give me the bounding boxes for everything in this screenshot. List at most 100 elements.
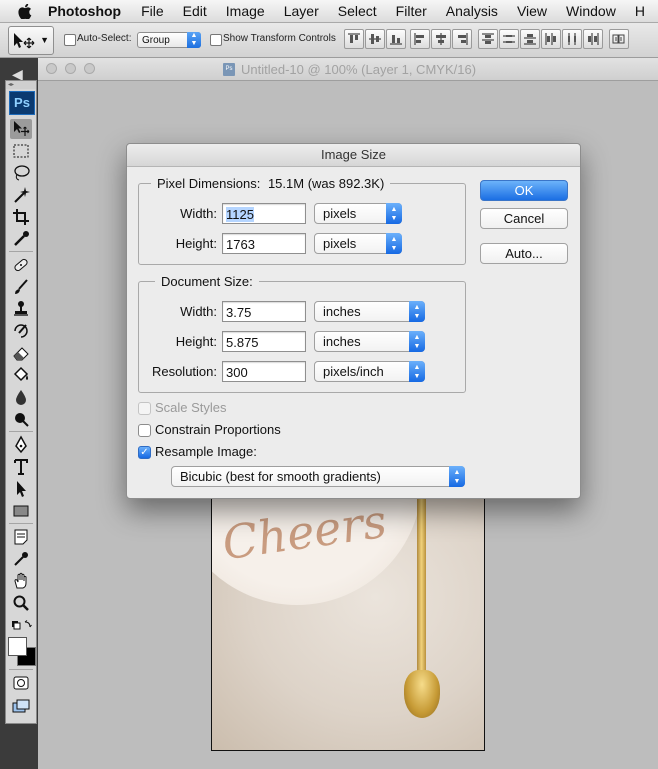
menu-layer[interactable]: Layer	[284, 3, 319, 19]
notes-tool-button[interactable]	[10, 527, 32, 547]
menu-select[interactable]: Select	[338, 3, 377, 19]
pen-nib-icon	[15, 435, 27, 454]
constrain-proportions-label: Constrain Proportions	[155, 422, 281, 437]
document-title: Untitled-10 @ 100% (Layer 1, CMYK/16)	[241, 62, 477, 77]
panel-grip[interactable]: ◂▸	[6, 81, 36, 89]
menu-window[interactable]: Window	[566, 3, 616, 19]
pixel-height-unit: pixels	[323, 236, 357, 251]
pixel-width-field[interactable]: 1125	[222, 203, 306, 224]
eyedropper-tool-button[interactable]	[10, 229, 32, 249]
magic-wand-tool-button[interactable]	[10, 185, 32, 205]
quick-mask-button[interactable]	[10, 673, 32, 693]
doc-width-unit-select[interactable]: inches ▲ ▼	[314, 301, 425, 322]
pen-tool-button[interactable]	[10, 435, 32, 455]
shape-tool-button[interactable]	[10, 501, 32, 521]
distribute-right-button[interactable]	[583, 29, 603, 49]
menu-view[interactable]: View	[517, 3, 547, 19]
clone-stamp-tool-button[interactable]	[10, 299, 32, 319]
hand-tool-button[interactable]	[10, 571, 32, 591]
pixel-height-unit-select[interactable]: pixels ▲ ▼	[314, 233, 402, 254]
menu-app-photoshop[interactable]: Photoshop	[48, 3, 121, 19]
align-vcenter-button[interactable]	[365, 29, 385, 49]
default-colors-icon	[12, 620, 32, 630]
move-tool-button[interactable]	[10, 119, 32, 139]
eyedropper-icon	[14, 231, 29, 246]
doc-height-field[interactable]: 5.875	[222, 331, 306, 352]
auto-select-dropdown[interactable]: Group ▲ ▼	[137, 32, 201, 48]
tool-separator	[9, 431, 33, 432]
menu-help[interactable]: H	[635, 3, 645, 19]
pixel-width-unit-select[interactable]: pixels ▲ ▼	[314, 203, 402, 224]
align-hcenter-button[interactable]	[431, 29, 451, 49]
zoom-window-icon[interactable]	[84, 63, 95, 74]
move-tool-icon	[14, 33, 35, 49]
auto-button[interactable]: Auto...	[480, 243, 568, 264]
select-stepper-icon: ▲ ▼	[449, 466, 465, 487]
document-canvas[interactable]: Cheers	[211, 494, 485, 751]
menu-filter[interactable]: Filter	[396, 3, 427, 19]
paint-bucket-icon	[13, 366, 29, 382]
auto-align-layers-button[interactable]	[609, 29, 629, 49]
crop-tool-button[interactable]	[10, 207, 32, 227]
menu-analysis[interactable]: Analysis	[446, 3, 498, 19]
distribute-hcenter-button[interactable]	[562, 29, 582, 49]
align-top-button[interactable]	[344, 29, 364, 49]
menu-image[interactable]: Image	[226, 3, 265, 19]
resolution-unit-select[interactable]: pixels/inch ▲ ▼	[314, 361, 425, 382]
healing-brush-tool-button[interactable]	[10, 255, 32, 275]
foreground-color-swatch[interactable]	[8, 637, 27, 656]
resample-image-checkbox[interactable]: ✓	[138, 446, 151, 459]
align-vertical-center-icon	[369, 34, 381, 44]
select-stepper-icon: ▲ ▼	[409, 331, 425, 352]
resolution-field[interactable]: 300	[222, 361, 306, 382]
close-window-icon[interactable]	[46, 63, 57, 74]
eraser-tool-button[interactable]	[10, 343, 32, 363]
dodge-tool-button[interactable]	[10, 409, 32, 429]
auto-select-checkbox[interactable]	[64, 34, 76, 46]
apple-menu-icon[interactable]	[18, 4, 32, 19]
distribute-left-button[interactable]	[541, 29, 561, 49]
dialog-title: Image Size	[127, 144, 580, 167]
menu-edit[interactable]: Edit	[183, 3, 207, 19]
align-top-icon	[348, 33, 360, 43]
distribute-vcenter-button[interactable]	[499, 29, 519, 49]
history-brush-tool-button[interactable]	[10, 321, 32, 341]
minimize-window-icon[interactable]	[65, 63, 76, 74]
magnifier-icon	[13, 595, 29, 611]
align-bottom-button[interactable]	[386, 29, 406, 49]
pixel-height-label: Height:	[175, 236, 217, 251]
eyedropper-icon	[14, 552, 28, 566]
distribute-bottom-button[interactable]	[520, 29, 540, 49]
resample-method-select[interactable]: Bicubic (best for smooth gradients) ▲ ▼	[171, 466, 465, 487]
tool-preset-picker[interactable]: ▼	[8, 26, 54, 55]
zoom-tool-button[interactable]	[10, 593, 32, 613]
cancel-button[interactable]: Cancel	[480, 208, 568, 229]
blur-tool-button[interactable]	[10, 387, 32, 407]
show-transform-checkbox[interactable]	[210, 34, 222, 46]
constrain-proportions-checkbox[interactable]	[138, 424, 151, 437]
marquee-tool-button[interactable]	[10, 141, 32, 161]
path-selection-tool-button[interactable]	[10, 479, 32, 499]
scale-styles-checkbox[interactable]	[138, 402, 151, 415]
color-sampler-tool-button[interactable]	[10, 549, 32, 569]
tools-panel: ◂▸ Ps	[5, 80, 37, 724]
rectangle-shape-icon	[13, 505, 29, 517]
ok-button[interactable]: OK	[480, 180, 568, 201]
chevron-down-icon: ▼	[40, 35, 49, 45]
paint-bucket-tool-button[interactable]	[10, 365, 32, 385]
screen-mode-button[interactable]	[10, 697, 32, 717]
align-left-button[interactable]	[410, 29, 430, 49]
resample-image-label: Resample Image:	[155, 444, 257, 459]
default-colors-button[interactable]	[10, 619, 32, 633]
pixel-height-field[interactable]: 1763	[222, 233, 306, 254]
doc-height-unit-select[interactable]: inches ▲ ▼	[314, 331, 425, 352]
doc-width-field[interactable]: 3.75	[222, 301, 306, 322]
scale-styles-label: Scale Styles	[155, 400, 227, 415]
distribute-right-icon	[588, 33, 599, 45]
menu-file[interactable]: File	[141, 3, 164, 19]
lasso-tool-button[interactable]	[10, 163, 32, 183]
type-tool-button[interactable]	[10, 457, 32, 477]
brush-tool-button[interactable]	[10, 277, 32, 297]
align-right-button[interactable]	[452, 29, 472, 49]
distribute-top-button[interactable]	[478, 29, 498, 49]
